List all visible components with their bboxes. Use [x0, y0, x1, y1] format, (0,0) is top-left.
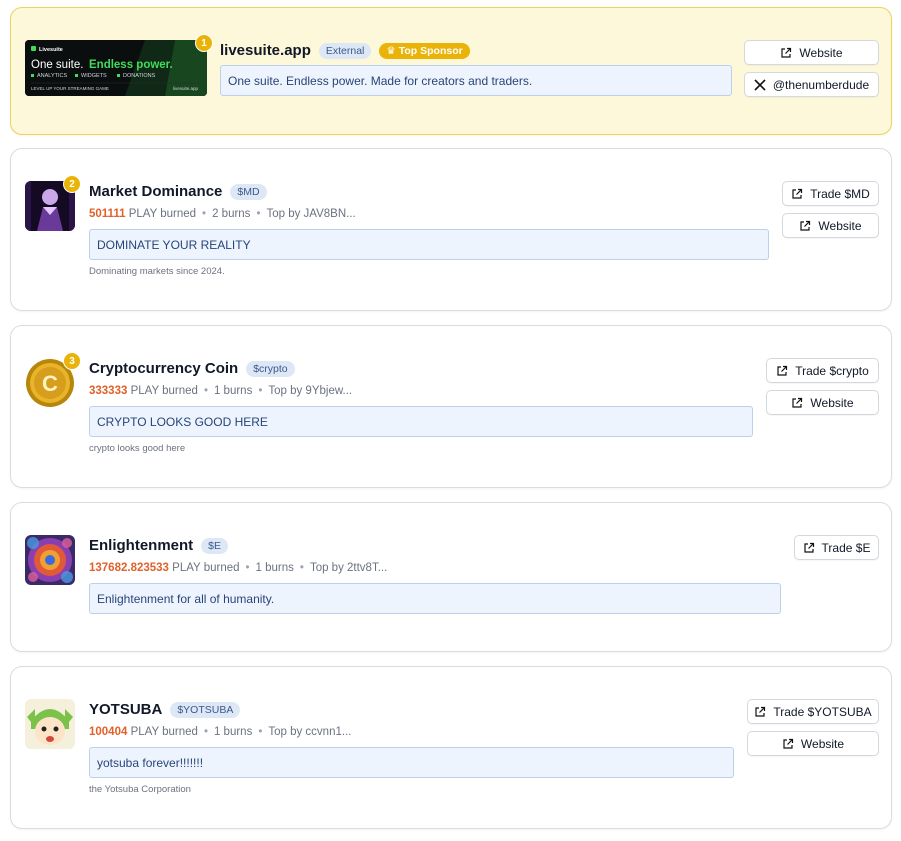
token-description: Dominating markets since 2024.	[89, 266, 225, 277]
trade-button[interactable]: Trade $E	[794, 535, 879, 560]
banner-feature-2: WIDGETS	[81, 73, 107, 79]
burned-suffix: PLAY burned	[172, 562, 240, 574]
sponsor-title[interactable]: livesuite.app	[220, 42, 311, 59]
burned-amount: 333333	[89, 385, 128, 397]
burned-suffix: PLAY burned	[130, 726, 198, 738]
rank-badge: 3	[63, 352, 81, 370]
website-label: Website	[800, 736, 845, 751]
token-message: Enlightenment for all of humanity.	[89, 583, 781, 614]
external-link-icon	[791, 188, 803, 200]
token-message: CRYPTO LOOKS GOOD HERE	[89, 406, 753, 437]
external-link-icon	[803, 542, 815, 554]
trade-label: Trade $YOTSUBA	[773, 704, 872, 719]
burned-amount: 100404	[89, 726, 128, 738]
external-link-icon	[799, 220, 811, 232]
token-stats: 100404 PLAY burned • 1 burns • Top by ccvnn1…	[89, 726, 352, 738]
token-stats: 501111 PLAY burned • 2 burns • Top by JAV8BN…	[89, 208, 356, 220]
token-stats: 333333 PLAY burned • 1 burns • Top by 9Ybjew…	[89, 385, 353, 397]
banner-feature-3: DONATIONS	[123, 73, 156, 79]
website-label: Website	[810, 395, 854, 410]
token-message: yotsuba forever!!!!!!!	[89, 747, 734, 778]
token-name[interactable]: Enlightenment	[89, 537, 193, 554]
sponsor-card: Livesuite One suite. Endless power. ANAL…	[10, 7, 892, 135]
rank-badge: 1	[195, 34, 213, 52]
x-handle-label: @thenumberdude	[772, 77, 870, 92]
trade-button[interactable]: Trade $YOTSUBA	[747, 699, 879, 724]
token-card: 2 Market Dominance $MD 501111 PLAY burne…	[10, 148, 892, 311]
token-avatar[interactable]	[25, 699, 75, 749]
token-name[interactable]: Market Dominance	[89, 183, 222, 200]
token-name[interactable]: YOTSUBA	[89, 701, 162, 718]
burn-count: 2 burns	[212, 208, 251, 220]
x-profile-button[interactable]: @thenumberdude	[744, 72, 879, 97]
token-stats: 137682.823533 PLAY burned • 1 burns • Top by…	[89, 562, 388, 574]
burn-count: 1 burns	[213, 726, 253, 738]
token-card: C 3 Cryptocurrency Coin $crypto 333333 P…	[10, 325, 892, 488]
website-button[interactable]: Website	[766, 390, 879, 415]
token-description: crypto looks good here	[89, 443, 186, 454]
banner-brand: Livesuite	[39, 47, 63, 53]
top-burner: Top by ccvnn1...	[268, 726, 352, 738]
ticker-tag: $crypto	[246, 360, 295, 377]
token-description: the Yotsuba Corporation	[89, 784, 191, 795]
website-button[interactable]: Website	[747, 731, 879, 756]
external-link-icon	[782, 738, 794, 750]
top-sponsor-badge: ♛ Top Sponsor	[379, 42, 470, 59]
sponsor-banner-image[interactable]: Livesuite One suite. Endless power. ANAL…	[25, 40, 207, 96]
top-burner: Top by 9Ybjew...	[268, 385, 353, 397]
token-avatar[interactable]	[25, 535, 75, 585]
banner-headline-b: Endless power.	[89, 59, 173, 71]
banner-domain: livesuite.app	[173, 86, 199, 91]
website-label: Website	[818, 218, 862, 233]
token-name[interactable]: Cryptocurrency Coin	[89, 360, 238, 377]
banner-headline-a: One suite.	[31, 59, 83, 71]
burn-count: 1 burns	[255, 562, 294, 574]
token-card: Enlightenment $E 137682.823533 PLAY burn…	[10, 502, 892, 652]
burn-count: 1 burns	[213, 385, 253, 397]
token-message: DOMINATE YOUR REALITY	[89, 229, 769, 260]
x-logo-icon	[754, 78, 766, 91]
external-link-icon	[791, 397, 803, 409]
external-link-icon	[780, 47, 792, 59]
external-link-icon	[754, 706, 766, 718]
external-tag: External	[318, 42, 372, 59]
sponsor-website-button[interactable]: Website	[744, 40, 879, 65]
burned-amount: 137682.823533	[89, 562, 169, 574]
ticker-tag: $E	[201, 537, 229, 554]
website-label: Website	[799, 45, 843, 60]
trade-label: Trade $E	[821, 540, 871, 555]
top-burner: Top by JAV8BN...	[266, 208, 356, 220]
top-burner: Top by 2ttv8T...	[309, 562, 388, 574]
top-sponsor-label: Top Sponsor	[398, 44, 463, 57]
trade-button[interactable]: Trade $MD	[782, 181, 879, 206]
svg-text:C: C	[42, 371, 58, 396]
banner-feature-1: ANALYTICS	[37, 73, 67, 79]
trade-button[interactable]: Trade $crypto	[766, 358, 879, 383]
rank-badge: 2	[63, 175, 81, 193]
trade-label: Trade $MD	[810, 186, 870, 201]
ticker-tag: $YOTSUBA	[170, 701, 241, 718]
trade-label: Trade $crypto	[795, 363, 869, 378]
burned-amount: 501111	[89, 208, 126, 220]
token-card: YOTSUBA $YOTSUBA 100404 PLAY burned • 1 bu…	[10, 666, 892, 829]
ticker-tag: $MD	[230, 183, 267, 200]
external-link-icon	[776, 365, 788, 377]
sponsor-message: One suite. Endless power. Made for creat…	[220, 65, 732, 96]
banner-tagline: LEVEL UP YOUR STREAMING GAME	[31, 86, 109, 91]
crown-icon: ♛	[386, 44, 399, 57]
burned-suffix: PLAY burned	[130, 385, 198, 397]
website-button[interactable]: Website	[782, 213, 879, 238]
burned-suffix: PLAY burned	[128, 208, 197, 220]
